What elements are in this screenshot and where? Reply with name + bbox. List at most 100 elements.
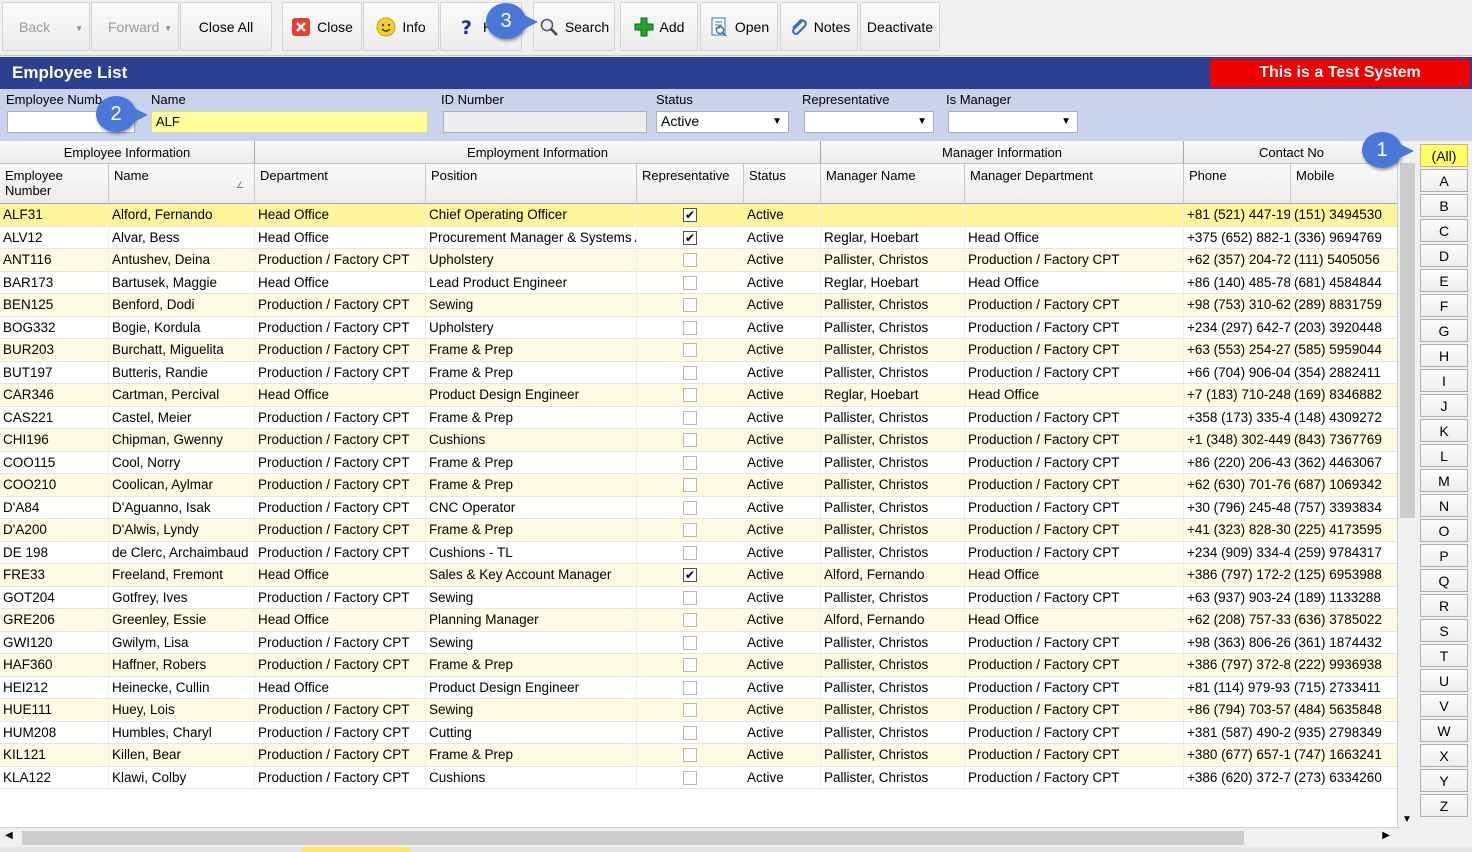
table-row[interactable]: HUE111 Huey, Lois Production / Factory CPT…: [0, 699, 1399, 722]
representative-checkbox[interactable]: [683, 680, 697, 695]
letter-filter-s[interactable]: S: [1420, 619, 1468, 642]
column-header-employee-number[interactable]: Employee Number: [0, 164, 109, 204]
table-row[interactable]: GWI120 Gwilym, Lisa Production / Factory C…: [0, 631, 1399, 654]
representative-checkbox[interactable]: [683, 478, 697, 492]
open-button[interactable]: Open: [700, 2, 778, 51]
back-button[interactable]: Back ▼: [2, 2, 90, 51]
close-button[interactable]: Close: [282, 2, 362, 51]
column-header-phone[interactable]: Phone: [1184, 164, 1291, 204]
letter-filter-j[interactable]: J: [1420, 394, 1468, 417]
table-row[interactable]: CAR346 Cartman, Percival Head Office Produc…: [0, 384, 1399, 407]
group-header-employment-info[interactable]: Employment Information: [255, 141, 821, 164]
letter-filter-e[interactable]: E: [1420, 269, 1468, 292]
letter-filter-w[interactable]: W: [1420, 719, 1468, 742]
group-header-employee-info[interactable]: Employee Information: [0, 141, 255, 164]
letter-filter-x[interactable]: X: [1420, 744, 1468, 767]
representative-checkbox[interactable]: [683, 410, 697, 425]
representative-checkbox[interactable]: [683, 365, 697, 380]
representative-checkbox[interactable]: [683, 343, 697, 357]
table-row[interactable]: HEI212 Heinecke, Cullin Head Office Product…: [0, 676, 1399, 699]
letter-filter-y[interactable]: Y: [1420, 769, 1468, 792]
table-row[interactable]: BAR173 Bartusek, Maggie Head Office Lead Pr…: [0, 271, 1399, 294]
letter-filter-u[interactable]: U: [1420, 669, 1468, 692]
scroll-down-arrow-icon[interactable]: ▼: [1402, 814, 1412, 825]
representative-select[interactable]: ▼: [804, 111, 934, 133]
representative-checkbox[interactable]: ✔: [683, 208, 697, 222]
column-header-name[interactable]: Name ∠: [109, 164, 255, 204]
representative-checkbox[interactable]: [683, 635, 697, 650]
name-input[interactable]: ALF: [151, 111, 428, 133]
table-row[interactable]: GOT204 Gotfrey, Ives Production / Factory …: [0, 586, 1399, 609]
letter-filter-g[interactable]: G: [1420, 319, 1468, 342]
letter-filter-l[interactable]: L: [1420, 444, 1468, 467]
representative-checkbox[interactable]: [683, 320, 697, 335]
letter-filter-f[interactable]: F: [1420, 294, 1468, 317]
letter-filter-h[interactable]: H: [1420, 344, 1468, 367]
table-row[interactable]: FRE33 Freeland, Fremont Head Office Sales &…: [0, 564, 1399, 587]
letter-filter-p[interactable]: P: [1420, 544, 1468, 567]
table-row[interactable]: COO115 Cool, Norry Production / Factory CP…: [0, 451, 1399, 474]
is-manager-select[interactable]: ▼: [948, 111, 1078, 133]
table-row[interactable]: CHI196 Chipman, Gwenny Production / Factor…: [0, 429, 1399, 452]
representative-checkbox[interactable]: [683, 298, 697, 312]
representative-checkbox[interactable]: [683, 590, 697, 605]
column-header-mobile[interactable]: Mobile: [1291, 164, 1399, 204]
table-row[interactable]: ANT116 Antushev, Deina Production / Factor…: [0, 249, 1399, 272]
representative-checkbox[interactable]: ✔: [683, 568, 697, 582]
letter-filter-i[interactable]: I: [1420, 369, 1468, 392]
table-row[interactable]: BEN125 Benford, Dodi Production / Factory …: [0, 294, 1399, 317]
representative-checkbox[interactable]: [683, 613, 697, 627]
table-row[interactable]: HAF360 Haffner, Robers Production / Factor…: [0, 654, 1399, 677]
notes-button[interactable]: Notes: [780, 2, 858, 51]
representative-checkbox[interactable]: [683, 433, 697, 447]
representative-checkbox[interactable]: [683, 658, 697, 672]
letter-filter-t[interactable]: T: [1420, 644, 1468, 667]
representative-checkbox[interactable]: [683, 253, 697, 267]
column-header-manager-name[interactable]: Manager Name: [821, 164, 965, 204]
table-row[interactable]: COO210 Coolican, Aylmar Production / Facto…: [0, 474, 1399, 497]
representative-checkbox[interactable]: [683, 500, 697, 515]
letter-filter-d[interactable]: D: [1420, 244, 1468, 267]
letter-filter-o[interactable]: O: [1420, 519, 1468, 542]
back-dropdown-icon[interactable]: ▼: [75, 24, 83, 33]
search-button[interactable]: Search: [533, 2, 615, 51]
table-row[interactable]: D'A84 D'Aguanno, Isak Production / Factory…: [0, 496, 1399, 519]
horizontal-scroll-thumb[interactable]: [22, 831, 1244, 845]
letter-filter-z[interactable]: Z: [1420, 794, 1468, 817]
table-row[interactable]: ALV12 Alvar, Bess Head Office Procurement M…: [0, 226, 1399, 249]
deactivate-button[interactable]: Deactivate: [860, 2, 940, 51]
representative-checkbox[interactable]: [683, 748, 697, 762]
representative-checkbox[interactable]: [683, 703, 697, 717]
forward-button[interactable]: Forward ▼: [91, 2, 179, 51]
representative-checkbox[interactable]: [683, 523, 697, 537]
representative-checkbox[interactable]: [683, 545, 697, 560]
letter-filter-v[interactable]: V: [1420, 694, 1468, 717]
letter-filter-all[interactable]: (All): [1420, 144, 1468, 167]
table-row[interactable]: BUR203 Burchatt, Miguelita Production / Fa…: [0, 339, 1399, 362]
column-header-department[interactable]: Department: [255, 164, 426, 204]
table-row[interactable]: BOG332 Bogie, Kordula Production / Factory…: [0, 316, 1399, 339]
table-row[interactable]: KLA122 Klawi, Colby Production / Factory C…: [0, 766, 1399, 789]
table-row[interactable]: BUT197 Butteris, Randie Production / Facto…: [0, 361, 1399, 384]
forward-dropdown-icon[interactable]: ▼: [164, 24, 172, 33]
representative-checkbox[interactable]: ✔: [683, 230, 697, 245]
table-row[interactable]: CAS221 Castel, Meier Production / Factory …: [0, 406, 1399, 429]
vertical-scrollbar[interactable]: ▼: [1397, 141, 1417, 827]
table-row[interactable]: KIL121 Killen, Bear Production / Factory C…: [0, 744, 1399, 767]
group-header-manager-info[interactable]: Manager Information: [821, 141, 1184, 164]
representative-checkbox[interactable]: [683, 388, 697, 402]
letter-filter-q[interactable]: Q: [1420, 569, 1468, 592]
close-all-button[interactable]: Close All: [180, 2, 272, 51]
vertical-scroll-thumb[interactable]: [1400, 163, 1415, 518]
letter-filter-r[interactable]: R: [1420, 594, 1468, 617]
letter-filter-c[interactable]: C: [1420, 219, 1468, 242]
table-row[interactable]: HUM208 Humbles, Charyl Production / Factor…: [0, 721, 1399, 744]
table-row[interactable]: DE 198 de Clerc, Archaimbaud Production / …: [0, 541, 1399, 564]
active-tab-indicator[interactable]: [302, 847, 410, 852]
info-button[interactable]: Info: [363, 2, 439, 51]
id-number-input[interactable]: [443, 111, 647, 133]
representative-checkbox[interactable]: [683, 770, 697, 785]
column-header-representative[interactable]: Representative: [637, 164, 744, 204]
representative-checkbox[interactable]: [683, 275, 697, 290]
letter-filter-a[interactable]: A: [1420, 169, 1468, 192]
